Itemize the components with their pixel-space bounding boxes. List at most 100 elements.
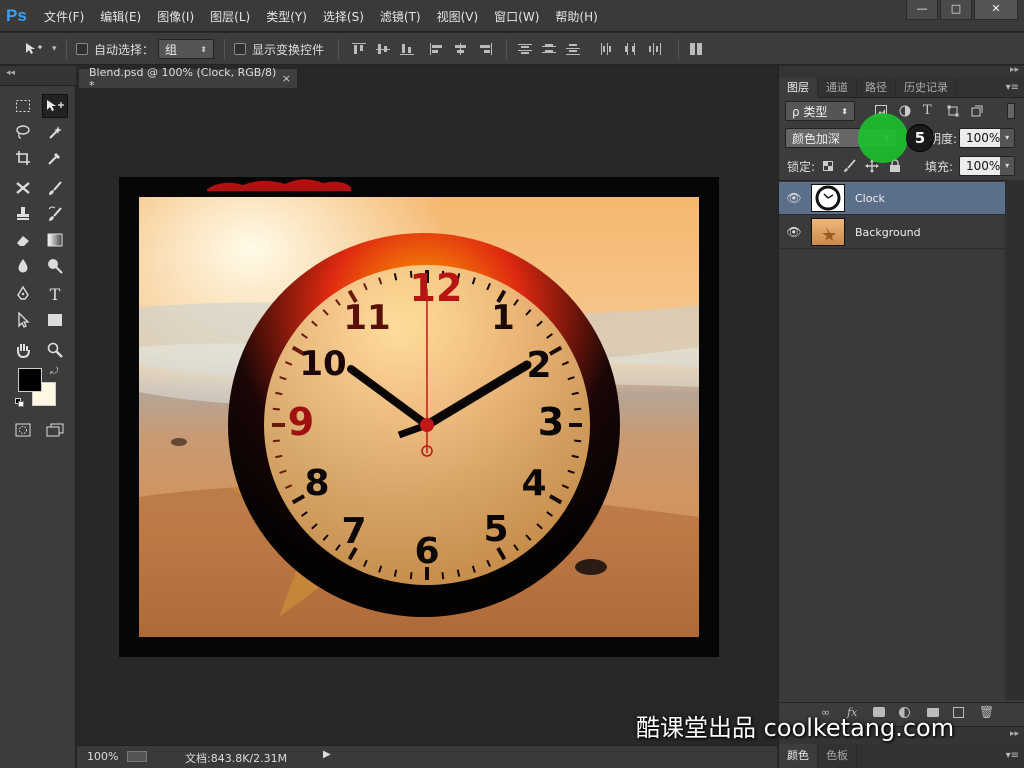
zoom-tool-icon[interactable] xyxy=(42,338,68,362)
tab-swatches[interactable]: 色板 xyxy=(818,744,857,768)
visibility-eye-icon[interactable]: 👁 xyxy=(779,191,809,205)
canvas-workspace[interactable]: 12 1 2 3 4 5 6 7 8 9 10 11 xyxy=(77,88,777,745)
minimize-button[interactable]: — xyxy=(906,0,938,20)
menu-view[interactable]: 视图(V) xyxy=(437,8,479,25)
move-tool-icon[interactable] xyxy=(42,94,68,118)
crop-tool-icon[interactable] xyxy=(10,146,36,170)
marquee-tool-icon[interactable] xyxy=(10,94,36,118)
pen-tool-icon[interactable] xyxy=(10,282,36,306)
distribute-right-icon[interactable] xyxy=(648,43,662,55)
align-bottom-icon[interactable] xyxy=(400,43,414,55)
screen-mode-icon[interactable] xyxy=(42,418,68,442)
distribute-horizontal-center-icon[interactable] xyxy=(624,43,638,55)
collapse-arrows-icon[interactable]: ◂◂ xyxy=(6,68,15,78)
eraser-tool-icon[interactable] xyxy=(10,228,36,252)
distribute-left-icon[interactable] xyxy=(600,43,614,55)
layers-scrollbar[interactable] xyxy=(1005,180,1024,700)
auto-select-dropdown[interactable]: 组 ⬍ xyxy=(158,39,214,59)
layers-list: 👁 Clock 👁 Background xyxy=(779,180,1005,700)
type-layer-filter-icon[interactable]: T xyxy=(923,103,932,118)
smart-object-filter-icon[interactable] xyxy=(971,105,983,117)
distribute-top-icon[interactable] xyxy=(518,43,532,55)
lock-image-pixels-icon[interactable] xyxy=(843,159,857,173)
align-right-icon[interactable] xyxy=(478,43,492,55)
fill-dropdown-icon[interactable]: ▾ xyxy=(1000,157,1014,175)
default-colors-icon[interactable] xyxy=(15,398,25,408)
magic-wand-tool-icon[interactable] xyxy=(42,120,68,144)
tab-color[interactable]: 颜色 xyxy=(779,744,818,768)
menu-select[interactable]: 选择(S) xyxy=(323,8,364,25)
path-selection-tool-icon[interactable] xyxy=(10,308,36,332)
layer-row-background[interactable]: 👁 Background xyxy=(779,216,1005,249)
fill-value: 100% xyxy=(966,159,1001,173)
lock-transparent-pixels-icon[interactable] xyxy=(823,161,833,171)
menu-filter[interactable]: 滤镜(T) xyxy=(380,8,421,25)
distribute-vertical-center-icon[interactable] xyxy=(542,43,556,55)
quick-mask-icon[interactable] xyxy=(10,418,36,442)
dodge-tool-icon[interactable] xyxy=(42,254,68,278)
menu-file[interactable]: 文件(F) xyxy=(44,8,84,25)
document-tab[interactable]: Blend.psd @ 100% (Clock, RGB/8) * × xyxy=(78,66,298,92)
layer-thumbnail-clock xyxy=(811,184,845,212)
menu-layer[interactable]: 图层(L) xyxy=(210,8,250,25)
zoom-level[interactable]: 100% xyxy=(87,750,118,763)
clock-center-cap xyxy=(420,418,434,432)
delete-layer-icon[interactable]: 🗑 xyxy=(979,705,994,719)
show-transform-checkbox[interactable] xyxy=(234,43,246,55)
align-top-icon[interactable] xyxy=(352,43,366,55)
close-tab-icon[interactable]: × xyxy=(282,72,291,85)
menu-help[interactable]: 帮助(H) xyxy=(555,8,597,25)
expand-panel-arrows-icon[interactable]: ▸▸ xyxy=(1010,65,1019,75)
tab-channels[interactable]: 通道 xyxy=(818,78,857,98)
auto-align-layers-icon[interactable] xyxy=(690,43,704,55)
history-brush-tool-icon[interactable] xyxy=(42,202,68,226)
brush-tool-icon[interactable] xyxy=(42,176,68,200)
tab-history[interactable]: 历史记录 xyxy=(896,78,957,98)
filter-kind-dropdown[interactable]: ρ 类型 ⬍ xyxy=(785,101,855,121)
fill-field[interactable]: 100% ▾ xyxy=(959,156,1015,176)
gradient-tool-icon[interactable] xyxy=(42,228,68,252)
swap-colors-icon[interactable]: ⤾ xyxy=(50,366,58,377)
opacity-dropdown-icon[interactable]: ▾ xyxy=(1000,129,1014,147)
healing-brush-tool-icon[interactable] xyxy=(10,176,36,200)
tab-paths[interactable]: 路径 xyxy=(857,78,896,98)
layer-row-clock[interactable]: 👁 Clock xyxy=(779,182,1005,215)
type-tool-icon[interactable]: T xyxy=(42,282,68,306)
auto-select-checkbox[interactable] xyxy=(76,43,88,55)
lasso-tool-icon[interactable] xyxy=(10,120,36,144)
tool-preset-picker[interactable]: ▾ xyxy=(24,33,57,65)
status-view-icon[interactable] xyxy=(127,751,147,762)
clock-number-11: 11 xyxy=(343,298,390,338)
align-horizontal-center-icon[interactable] xyxy=(454,43,468,55)
shape-layer-filter-icon[interactable] xyxy=(947,105,959,117)
menu-edit[interactable]: 编辑(E) xyxy=(100,8,141,25)
blur-tool-icon[interactable] xyxy=(10,254,36,278)
layer-name-background[interactable]: Background xyxy=(855,226,921,239)
menu-type[interactable]: 类型(Y) xyxy=(266,8,307,25)
panel-menu-icon[interactable]: ▾≡ xyxy=(1006,78,1019,97)
hand-tool-icon[interactable] xyxy=(10,338,36,362)
menu-window[interactable]: 窗口(W) xyxy=(494,8,539,25)
auto-select-option: 自动选择： xyxy=(76,33,154,65)
layer-name-clock[interactable]: Clock xyxy=(855,192,885,205)
align-vertical-center-icon[interactable] xyxy=(376,43,390,55)
close-button[interactable]: ✕ xyxy=(974,0,1018,20)
toolbox: T ⤾ xyxy=(0,86,76,768)
expand-panel-arrows-icon[interactable]: ▸▸ xyxy=(1010,729,1019,739)
clock-number-12: 12 xyxy=(410,266,463,310)
visibility-eye-icon[interactable]: 👁 xyxy=(779,225,809,239)
panel-menu-icon[interactable]: ▾≡ xyxy=(1006,744,1019,768)
distribute-bottom-icon[interactable] xyxy=(566,43,580,55)
maximize-button[interactable]: □ xyxy=(940,0,972,20)
filter-toggle-switch[interactable] xyxy=(1007,103,1015,119)
align-left-icon[interactable] xyxy=(430,43,444,55)
adjustment-layer-filter-icon[interactable] xyxy=(899,105,911,117)
clone-stamp-tool-icon[interactable] xyxy=(10,202,36,226)
eyedropper-tool-icon[interactable] xyxy=(42,146,68,170)
foreground-color-swatch-front xyxy=(18,368,42,392)
rectangle-tool-icon[interactable] xyxy=(42,308,68,332)
tab-layers[interactable]: 图层 xyxy=(779,78,818,98)
status-menu-arrow-icon[interactable]: ▶ xyxy=(323,749,331,760)
menu-image[interactable]: 图像(I) xyxy=(157,8,194,25)
opacity-field[interactable]: 100% ▾ xyxy=(959,128,1015,148)
